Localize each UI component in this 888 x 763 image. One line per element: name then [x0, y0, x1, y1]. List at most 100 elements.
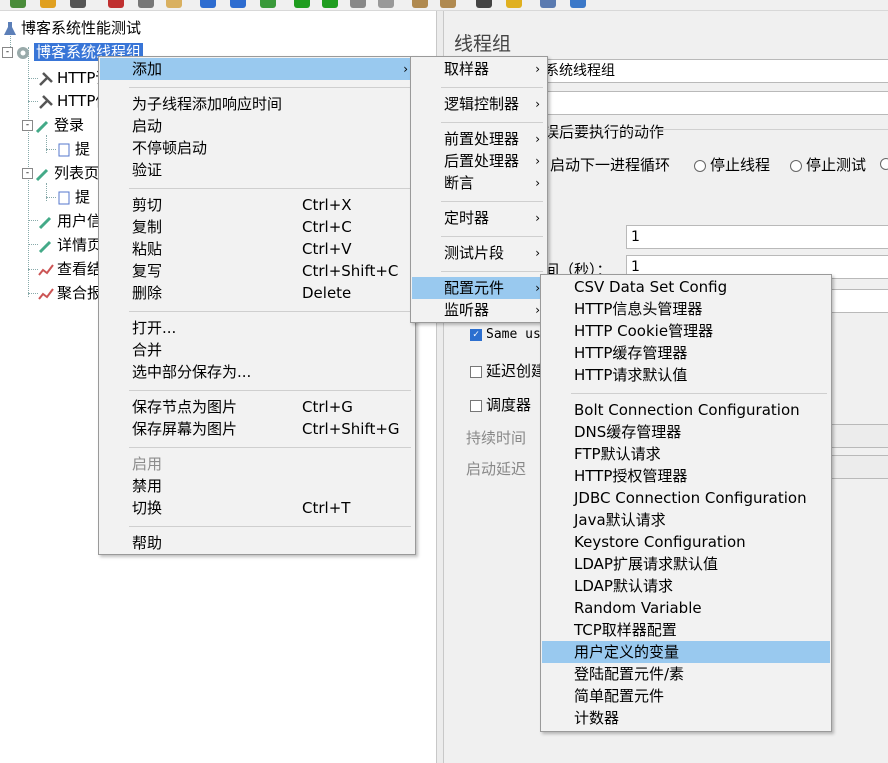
comment-input[interactable]: [540, 91, 888, 115]
stop-icon[interactable]: [350, 0, 366, 8]
context-menu-item[interactable]: 保存节点为图片 Ctrl+G: [100, 396, 414, 418]
cut-icon[interactable]: [108, 0, 124, 8]
config-menu-item[interactable]: Random Variable: [542, 597, 830, 619]
tree-item[interactable]: 详情页: [38, 234, 102, 256]
tree-item[interactable]: - 列表页: [22, 162, 99, 184]
context-menu-item[interactable]: 启动: [100, 115, 414, 137]
context-menu-item[interactable]: 添加 ›: [100, 58, 414, 80]
config-menu-item[interactable]: LDAP扩展请求默认值: [542, 553, 830, 575]
tree-item-label: 列表页: [54, 164, 100, 182]
config-menu-item[interactable]: HTTP请求默认值: [542, 364, 830, 386]
config-menu-item[interactable]: FTP默认请求: [542, 443, 830, 465]
context-menu-item[interactable]: 为子线程添加响应时间: [100, 93, 414, 115]
menu-item-label: 打开...: [132, 319, 177, 337]
help-icon[interactable]: [570, 0, 586, 8]
context-menu-item[interactable]: 粘贴 Ctrl+V: [100, 238, 414, 260]
config-menu-item[interactable]: TCP取样器配置: [542, 619, 830, 641]
add-menu-item[interactable]: 前置处理器 ›: [412, 128, 546, 150]
copy-icon[interactable]: [138, 0, 154, 8]
paste-icon[interactable]: [166, 0, 182, 8]
add-menu-item[interactable]: 取样器 ›: [412, 58, 546, 80]
context-menu-item[interactable]: 选中部分保存为...: [100, 361, 414, 383]
radio-stop-thread[interactable]: 停止线程: [694, 154, 770, 175]
clear-icon[interactable]: [412, 0, 428, 8]
config-menu-item[interactable]: CSV Data Set Config: [542, 276, 830, 298]
add-menu-item[interactable]: 后置处理器 ›: [412, 150, 546, 172]
name-input[interactable]: 系统线程组: [540, 59, 888, 83]
config-menu-item[interactable]: JDBC Connection Configuration: [542, 487, 830, 509]
config-menu-item[interactable]: Bolt Connection Configuration: [542, 399, 830, 421]
add-menu-item[interactable]: 监听器 ›: [412, 299, 546, 321]
config-menu-item[interactable]: Java默认请求: [542, 509, 830, 531]
collapse-icon[interactable]: [230, 0, 246, 8]
config-menu-item[interactable]: 登陆配置元件/素: [542, 663, 830, 685]
search-icon[interactable]: [476, 0, 492, 8]
start-icon[interactable]: [294, 0, 310, 8]
add-menu-item[interactable]: 逻辑控制器 ›: [412, 93, 546, 115]
config-menu-item[interactable]: 用户定义的变量: [542, 641, 830, 663]
tree-item[interactable]: 提: [56, 138, 90, 160]
context-menu-item[interactable]: 帮助: [100, 532, 414, 554]
context-menu-item[interactable]: 复写 Ctrl+Shift+C: [100, 260, 414, 282]
tree-item[interactable]: 用户信: [38, 210, 102, 232]
menu-item-label: 用户定义的变量: [574, 643, 680, 661]
new-icon[interactable]: [10, 0, 26, 8]
menu-item-label: Bolt Connection Configuration: [574, 401, 800, 419]
tree-item[interactable]: 提: [56, 186, 90, 208]
collapse-toggle-icon[interactable]: -: [22, 168, 33, 179]
scheduler-checkbox[interactable]: 调度器: [470, 394, 531, 415]
menu-item-label: 帮助: [132, 534, 163, 552]
context-menu-item[interactable]: 不停顿启动: [100, 137, 414, 159]
save-icon[interactable]: [70, 0, 86, 8]
add-menu-item[interactable]: 配置元件 ›: [412, 277, 546, 299]
context-menu-item[interactable]: 保存屏幕为图片 Ctrl+Shift+G: [100, 418, 414, 440]
config-menu-item[interactable]: HTTP授权管理器: [542, 465, 830, 487]
pipette-icon: [35, 120, 49, 133]
radio-stop-now[interactable]: [880, 154, 888, 172]
function-helper-icon[interactable]: [540, 0, 556, 8]
reset-search-icon[interactable]: [506, 0, 522, 8]
tree-root-label: 博客系统性能测试: [21, 19, 142, 37]
menu-separator: [129, 187, 411, 189]
menu-item-label: 后置处理器: [444, 152, 520, 170]
config-menu-item[interactable]: 计数器: [542, 707, 830, 729]
expand-icon[interactable]: [200, 0, 216, 8]
context-menu-item[interactable]: 切换 Ctrl+T: [100, 497, 414, 519]
config-menu-item[interactable]: HTTP缓存管理器: [542, 342, 830, 364]
context-menu-item[interactable]: 删除 Delete: [100, 282, 414, 304]
collapse-toggle-icon[interactable]: -: [22, 120, 33, 131]
config-menu-item[interactable]: LDAP默认请求: [542, 575, 830, 597]
collapse-toggle-icon[interactable]: -: [2, 47, 13, 58]
add-menu-item[interactable]: 测试片段 ›: [412, 242, 546, 264]
clear-all-icon[interactable]: [440, 0, 456, 8]
context-menu-item[interactable]: 合并: [100, 339, 414, 361]
same-user-checkbox[interactable]: ✓ Same us: [470, 327, 541, 342]
start-no-pause-icon[interactable]: [322, 0, 338, 8]
add-menu-item[interactable]: 断言 ›: [412, 172, 546, 194]
toggle-icon[interactable]: [260, 0, 276, 8]
thread-count-input[interactable]: 1: [626, 225, 888, 249]
context-menu-item[interactable]: 打开...: [100, 317, 414, 339]
radio-stop-test[interactable]: 停止测试: [790, 154, 866, 175]
radio-next-loop[interactable]: 启动下一进程循环: [550, 154, 670, 175]
tree-item[interactable]: - 登录: [22, 114, 84, 136]
context-menu-item[interactable]: 验证: [100, 159, 414, 181]
tree-item[interactable]: 查看结: [38, 258, 102, 280]
context-menu-item[interactable]: 禁用: [100, 475, 414, 497]
config-menu-item[interactable]: Keystore Configuration: [542, 531, 830, 553]
context-menu-item[interactable]: 剪切 Ctrl+X: [100, 194, 414, 216]
shutdown-icon[interactable]: [378, 0, 394, 8]
menu-item-label: LDAP扩展请求默认值: [574, 555, 718, 573]
open-icon[interactable]: [40, 0, 56, 8]
scheduler-label: 调度器: [486, 396, 532, 414]
tree-root[interactable]: 博客系统性能测试: [2, 17, 141, 39]
tree-item[interactable]: 聚合报: [38, 282, 102, 304]
config-menu-item[interactable]: DNS缓存管理器: [542, 421, 830, 443]
delay-create-checkbox[interactable]: 延迟创建: [470, 360, 546, 381]
rampup-value: 1: [631, 259, 640, 275]
add-menu-item[interactable]: 定时器 ›: [412, 207, 546, 229]
context-menu-item[interactable]: 复制 Ctrl+C: [100, 216, 414, 238]
config-menu-item[interactable]: HTTP Cookie管理器: [542, 320, 830, 342]
config-menu-item[interactable]: HTTP信息头管理器: [542, 298, 830, 320]
config-menu-item[interactable]: 简单配置元件: [542, 685, 830, 707]
